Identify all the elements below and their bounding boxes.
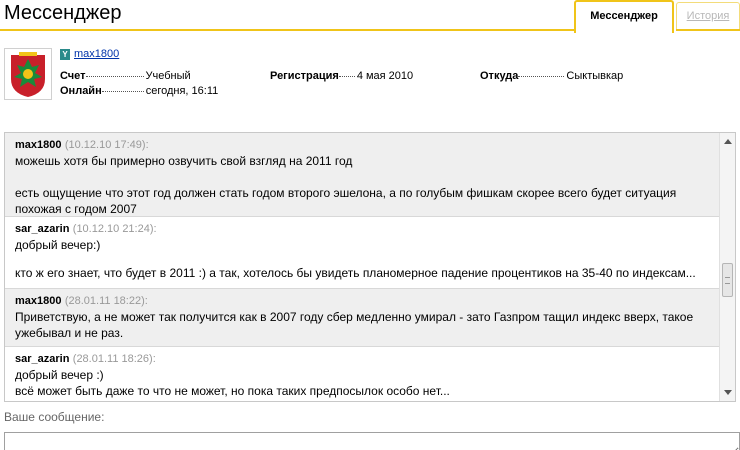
message-time: (10.12.10 21:24): xyxy=(72,223,157,235)
field-from-label: Откуда xyxy=(480,70,519,82)
header-divider xyxy=(0,29,576,31)
message-text xyxy=(15,253,710,265)
message-text: Приветствую, а не может так получится ка… xyxy=(15,310,694,340)
message-text: можешь хотя бы примерно озвучить свой вз… xyxy=(15,154,353,168)
scroll-up-icon[interactable] xyxy=(724,139,732,144)
scrollbar[interactable] xyxy=(719,133,735,401)
scroll-down-icon[interactable] xyxy=(724,390,732,395)
field-account-value: Учебный xyxy=(145,70,191,82)
message-item: sar_azarin (28.01.11 18:26): добрый вече… xyxy=(5,347,720,401)
message-text: добрый вечер :) xyxy=(15,368,104,382)
message-text: есть ощущение что этот год должен стать … xyxy=(15,186,677,216)
field-account-label: Счет xyxy=(60,70,86,82)
field-account: Счет Учебный xyxy=(60,70,191,82)
field-from: Откуда Сыктывкар xyxy=(480,70,623,82)
message-input[interactable] xyxy=(4,432,740,450)
message-text: всё может быть даже то что не может, но … xyxy=(15,384,450,398)
message-text: добрый вечер:) xyxy=(15,238,101,252)
message-author: max1800 xyxy=(15,295,62,307)
message-item: max1800 (28.01.11 18:22): Приветствую, а… xyxy=(5,289,720,347)
field-online-label: Онлайн xyxy=(60,85,102,97)
message-item: max1800 (10.12.10 17:49): можешь хотя бы… xyxy=(5,133,720,217)
header: Мессенджер Мессенджер История xyxy=(0,0,740,33)
field-registration-value: 4 мая 2010 xyxy=(356,70,414,82)
tab-history[interactable]: История xyxy=(676,2,740,31)
message-history[interactable]: max1800 (10.12.10 17:49): можешь хотя бы… xyxy=(4,132,736,402)
avatar[interactable] xyxy=(4,48,52,100)
tab-messenger[interactable]: Мессенджер xyxy=(574,0,674,33)
tab-history-label: История xyxy=(686,10,730,22)
message-text xyxy=(15,169,710,185)
scroll-thumb[interactable] xyxy=(722,263,733,297)
message-time: (10.12.10 17:49): xyxy=(64,139,149,151)
message-time: (28.01.11 18:22): xyxy=(64,295,148,307)
username-link[interactable]: max1800 xyxy=(74,48,119,60)
field-registration-label: Регистрация xyxy=(270,70,339,82)
field-from-value: Сыктывкар xyxy=(566,70,624,82)
message-author: sar_azarin xyxy=(15,223,70,235)
message-item: sar_azarin (10.12.10 21:24): добрый вече… xyxy=(5,217,720,289)
coat-of-arms-icon xyxy=(5,49,51,99)
header-divider-right xyxy=(676,29,740,31)
compose-label: Ваше сообщение: xyxy=(4,410,105,424)
message-author: sar_azarin xyxy=(15,353,70,365)
field-registration: Регистрация 4 мая 2010 xyxy=(270,70,413,82)
field-online-value: сегодня, 16:11 xyxy=(145,85,219,97)
tab-messenger-label: Мессенджер xyxy=(590,10,658,22)
user-status-icon: Y xyxy=(60,49,70,60)
page-title: Мессенджер xyxy=(4,2,122,24)
field-online: Онлайн сегодня, 16:11 xyxy=(60,85,218,97)
message-time: (28.01.11 18:26): xyxy=(72,353,156,365)
message-text: кто ж его знает, что будет в 2011 :) а т… xyxy=(15,266,696,280)
message-author: max1800 xyxy=(15,139,62,151)
